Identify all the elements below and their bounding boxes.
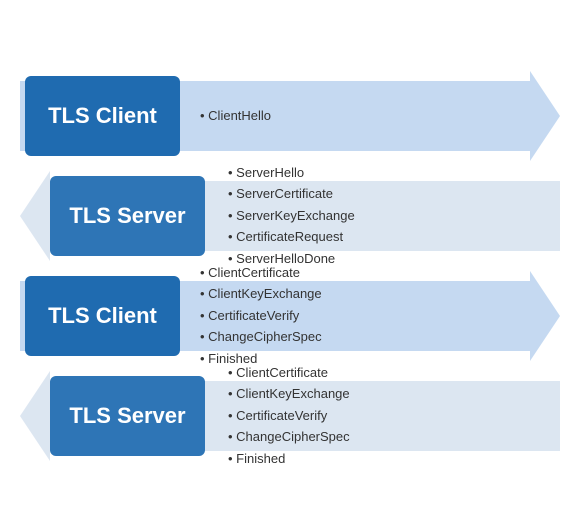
list-item: CertificateVerify — [228, 405, 540, 426]
list-item: ClientKeyExchange — [228, 383, 540, 404]
tls-server-label-2: TLS Server — [50, 376, 205, 456]
row-3-arrow: TLS Client ClientCertificate ClientKeyEx… — [20, 271, 560, 361]
list-item: ClientHello — [200, 105, 512, 126]
row-2-arrow: TLS Server ServerHello ServerCertificate… — [20, 171, 560, 261]
row-4-body: TLS Server ClientCertificate ClientKeyEx… — [50, 381, 560, 451]
row-4-arrowhead — [20, 371, 50, 461]
row-3-bullets: ClientCertificate ClientKeyExchange Cert… — [180, 262, 530, 369]
row-2-bullets: ServerHello ServerCertificate ServerKeyE… — [210, 162, 560, 269]
row-1-arrow: TLS Client ClientHello — [20, 71, 560, 161]
row-1-bullets: ClientHello — [180, 105, 530, 126]
tls-client-label-2: TLS Client — [25, 276, 180, 356]
list-item: Finished — [228, 448, 540, 469]
list-item: ChangeCipherSpec — [200, 326, 512, 347]
row-3-body: TLS Client ClientCertificate ClientKeyEx… — [20, 281, 530, 351]
list-item: ClientCertificate — [228, 362, 540, 383]
row-1-body: TLS Client ClientHello — [20, 81, 530, 151]
row-3-arrowhead — [530, 271, 560, 361]
row-1-arrowhead — [530, 71, 560, 161]
tls-server-label-1: TLS Server — [50, 176, 205, 256]
row-2-body: TLS Server ServerHello ServerCertificate… — [50, 181, 560, 251]
tls-client-label-1: TLS Client — [25, 76, 180, 156]
list-item: ServerHello — [228, 162, 540, 183]
row-2-arrowhead — [20, 171, 50, 261]
list-item: ServerCertificate — [228, 183, 540, 204]
list-item: ClientCertificate — [200, 262, 512, 283]
row-4-bullets: ClientCertificate ClientKeyExchange Cert… — [210, 362, 560, 469]
list-item: ChangeCipherSpec — [228, 426, 540, 447]
list-item: ClientKeyExchange — [200, 283, 512, 304]
list-item: ServerKeyExchange — [228, 205, 540, 226]
list-item: CertificateRequest — [228, 226, 540, 247]
list-item: CertificateVerify — [200, 305, 512, 326]
row-4-arrow: TLS Server ClientCertificate ClientKeyEx… — [20, 371, 560, 461]
